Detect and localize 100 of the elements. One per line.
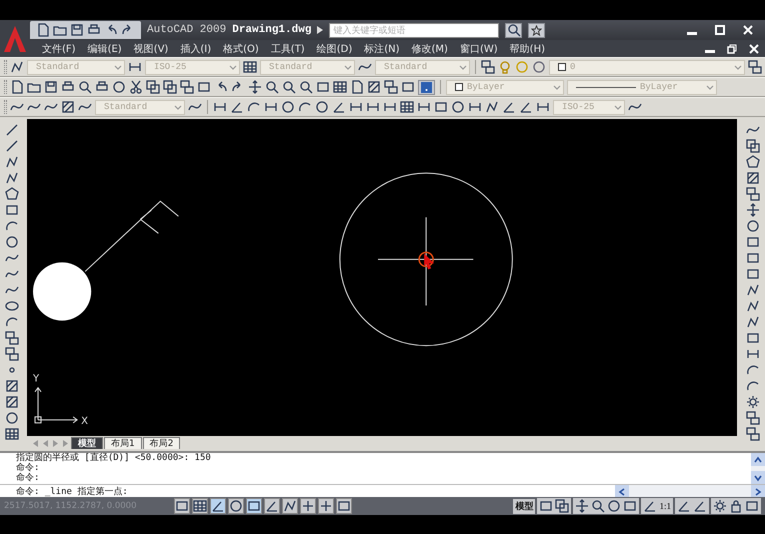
- magnifier-icon[interactable]: [299, 80, 313, 94]
- dimension-icon[interactable]: [366, 100, 380, 114]
- angle-icon[interactable]: [502, 100, 516, 114]
- save-icon[interactable]: [44, 80, 58, 94]
- circle-icon[interactable]: [607, 499, 622, 513]
- table-icon[interactable]: [5, 427, 19, 441]
- layers-icon[interactable]: [180, 80, 194, 94]
- layout-tab[interactable]: 布局2: [142, 437, 180, 449]
- dimension-icon[interactable]: [468, 100, 482, 114]
- page-icon[interactable]: [10, 80, 24, 94]
- annotation-buttons[interactable]: [675, 498, 709, 514]
- navigation-buttons[interactable]: [573, 498, 640, 514]
- menu-item[interactable]: 修改(M): [406, 42, 454, 56]
- circle-icon[interactable]: [315, 100, 329, 114]
- drafting-toggle-button[interactable]: [228, 498, 244, 514]
- hatch-icon[interactable]: [5, 379, 19, 393]
- drafting-toggle-button[interactable]: [246, 498, 262, 514]
- menu-item[interactable]: 帮助(H): [504, 42, 551, 56]
- settings-buttons[interactable]: [711, 498, 761, 514]
- arc-icon[interactable]: [247, 100, 261, 114]
- dimension-icon[interactable]: [417, 100, 431, 114]
- circle-icon[interactable]: [5, 235, 19, 249]
- rectangle-icon[interactable]: [746, 251, 760, 265]
- cross-arrows-icon[interactable]: [575, 499, 590, 513]
- scroll-right-button[interactable]: [751, 485, 765, 498]
- layers-icon[interactable]: [5, 347, 19, 361]
- polygon-icon[interactable]: [5, 187, 19, 201]
- layers-icon[interactable]: [5, 331, 19, 345]
- layout-buttons[interactable]: [537, 498, 572, 514]
- rectangle-icon[interactable]: [316, 80, 330, 94]
- arc-icon[interactable]: [5, 315, 19, 329]
- save-icon[interactable]: [70, 23, 84, 37]
- layers-icon[interactable]: [748, 60, 762, 74]
- drafting-toggle-button[interactable]: [282, 498, 298, 514]
- drafting-toggle-button[interactable]: [318, 498, 334, 514]
- hatch-icon[interactable]: [5, 395, 19, 409]
- polyline-icon[interactable]: [746, 299, 760, 313]
- menu-item[interactable]: 插入(I): [174, 42, 218, 56]
- table-icon[interactable]: [333, 80, 347, 94]
- circle-icon[interactable]: [5, 411, 19, 425]
- ellipse-icon[interactable]: [5, 299, 19, 313]
- dimension-icon[interactable]: [746, 347, 760, 361]
- menu-item[interactable]: 窗口(W): [454, 42, 504, 56]
- scroll-left-button[interactable]: [615, 485, 629, 498]
- menu-item[interactable]: 视图(V): [128, 42, 174, 56]
- arc-icon[interactable]: [746, 379, 760, 393]
- page-icon[interactable]: [36, 23, 50, 37]
- drawing-canvas[interactable]: Y X: [27, 119, 737, 436]
- hatch-icon[interactable]: [367, 80, 381, 94]
- polyline-icon[interactable]: [746, 315, 760, 329]
- model-space-label[interactable]: 模型: [513, 498, 536, 514]
- cross-arrows-icon[interactable]: [248, 80, 262, 94]
- rectangle-icon[interactable]: [623, 499, 638, 513]
- help-button[interactable]: [418, 80, 435, 94]
- dimension-icon[interactable]: [383, 100, 397, 114]
- polyline-icon[interactable]: [10, 60, 24, 74]
- menu-item[interactable]: 文件(F): [36, 42, 82, 56]
- menu-item[interactable]: 工具(T): [264, 42, 311, 56]
- drafting-toggle-button[interactable]: [300, 498, 316, 514]
- polyline-icon[interactable]: [485, 100, 499, 114]
- magnifier-icon[interactable]: [282, 80, 296, 94]
- layers-icon[interactable]: [746, 411, 760, 425]
- rectangle-icon[interactable]: [197, 80, 211, 94]
- hatch-icon[interactable]: [61, 100, 75, 114]
- rectangle-icon[interactable]: [434, 100, 448, 114]
- layers-icon[interactable]: [481, 60, 495, 74]
- polyline-icon[interactable]: [5, 171, 19, 185]
- polyline-icon[interactable]: [5, 155, 19, 169]
- copy-icon[interactable]: [555, 499, 570, 513]
- scroll-down-button[interactable]: [751, 471, 765, 484]
- copy-icon[interactable]: [746, 139, 760, 153]
- menu-item[interactable]: 格式(O): [217, 42, 265, 56]
- magnifier-icon[interactable]: [265, 80, 279, 94]
- angle-icon[interactable]: [230, 100, 244, 114]
- line-icon[interactable]: [5, 139, 19, 153]
- table-icon[interactable]: [243, 60, 257, 74]
- rectangle-icon[interactable]: [746, 267, 760, 281]
- copy-icon[interactable]: [163, 80, 177, 94]
- menu-item[interactable]: 标注(N): [358, 42, 406, 56]
- polyline-icon[interactable]: [746, 283, 760, 297]
- dimension-icon[interactable]: [536, 100, 550, 114]
- rectangle-icon[interactable]: [401, 80, 415, 94]
- angle-icon[interactable]: [519, 100, 533, 114]
- arc-icon[interactable]: [298, 100, 312, 114]
- scissors-icon[interactable]: [129, 80, 143, 94]
- layout-tab[interactable]: 布局1: [104, 437, 142, 449]
- line-icon[interactable]: [5, 123, 19, 137]
- drafting-toggle-button[interactable]: [174, 498, 190, 514]
- rectangle-icon[interactable]: [746, 331, 760, 345]
- scroll-up-button[interactable]: [751, 453, 765, 466]
- menu-item[interactable]: 编辑(E): [82, 42, 128, 56]
- search-field[interactable]: 键入关键字或短语: [329, 22, 500, 38]
- table-icon[interactable]: [400, 100, 414, 114]
- arc-icon[interactable]: [5, 219, 19, 233]
- rectangle-icon[interactable]: [539, 499, 554, 513]
- menu-item[interactable]: 绘图(D): [310, 42, 358, 56]
- circle-icon[interactable]: [281, 100, 295, 114]
- drafting-toggle-button[interactable]: [192, 498, 208, 514]
- star-button[interactable]: [528, 22, 546, 38]
- hatch-icon[interactable]: [746, 171, 760, 185]
